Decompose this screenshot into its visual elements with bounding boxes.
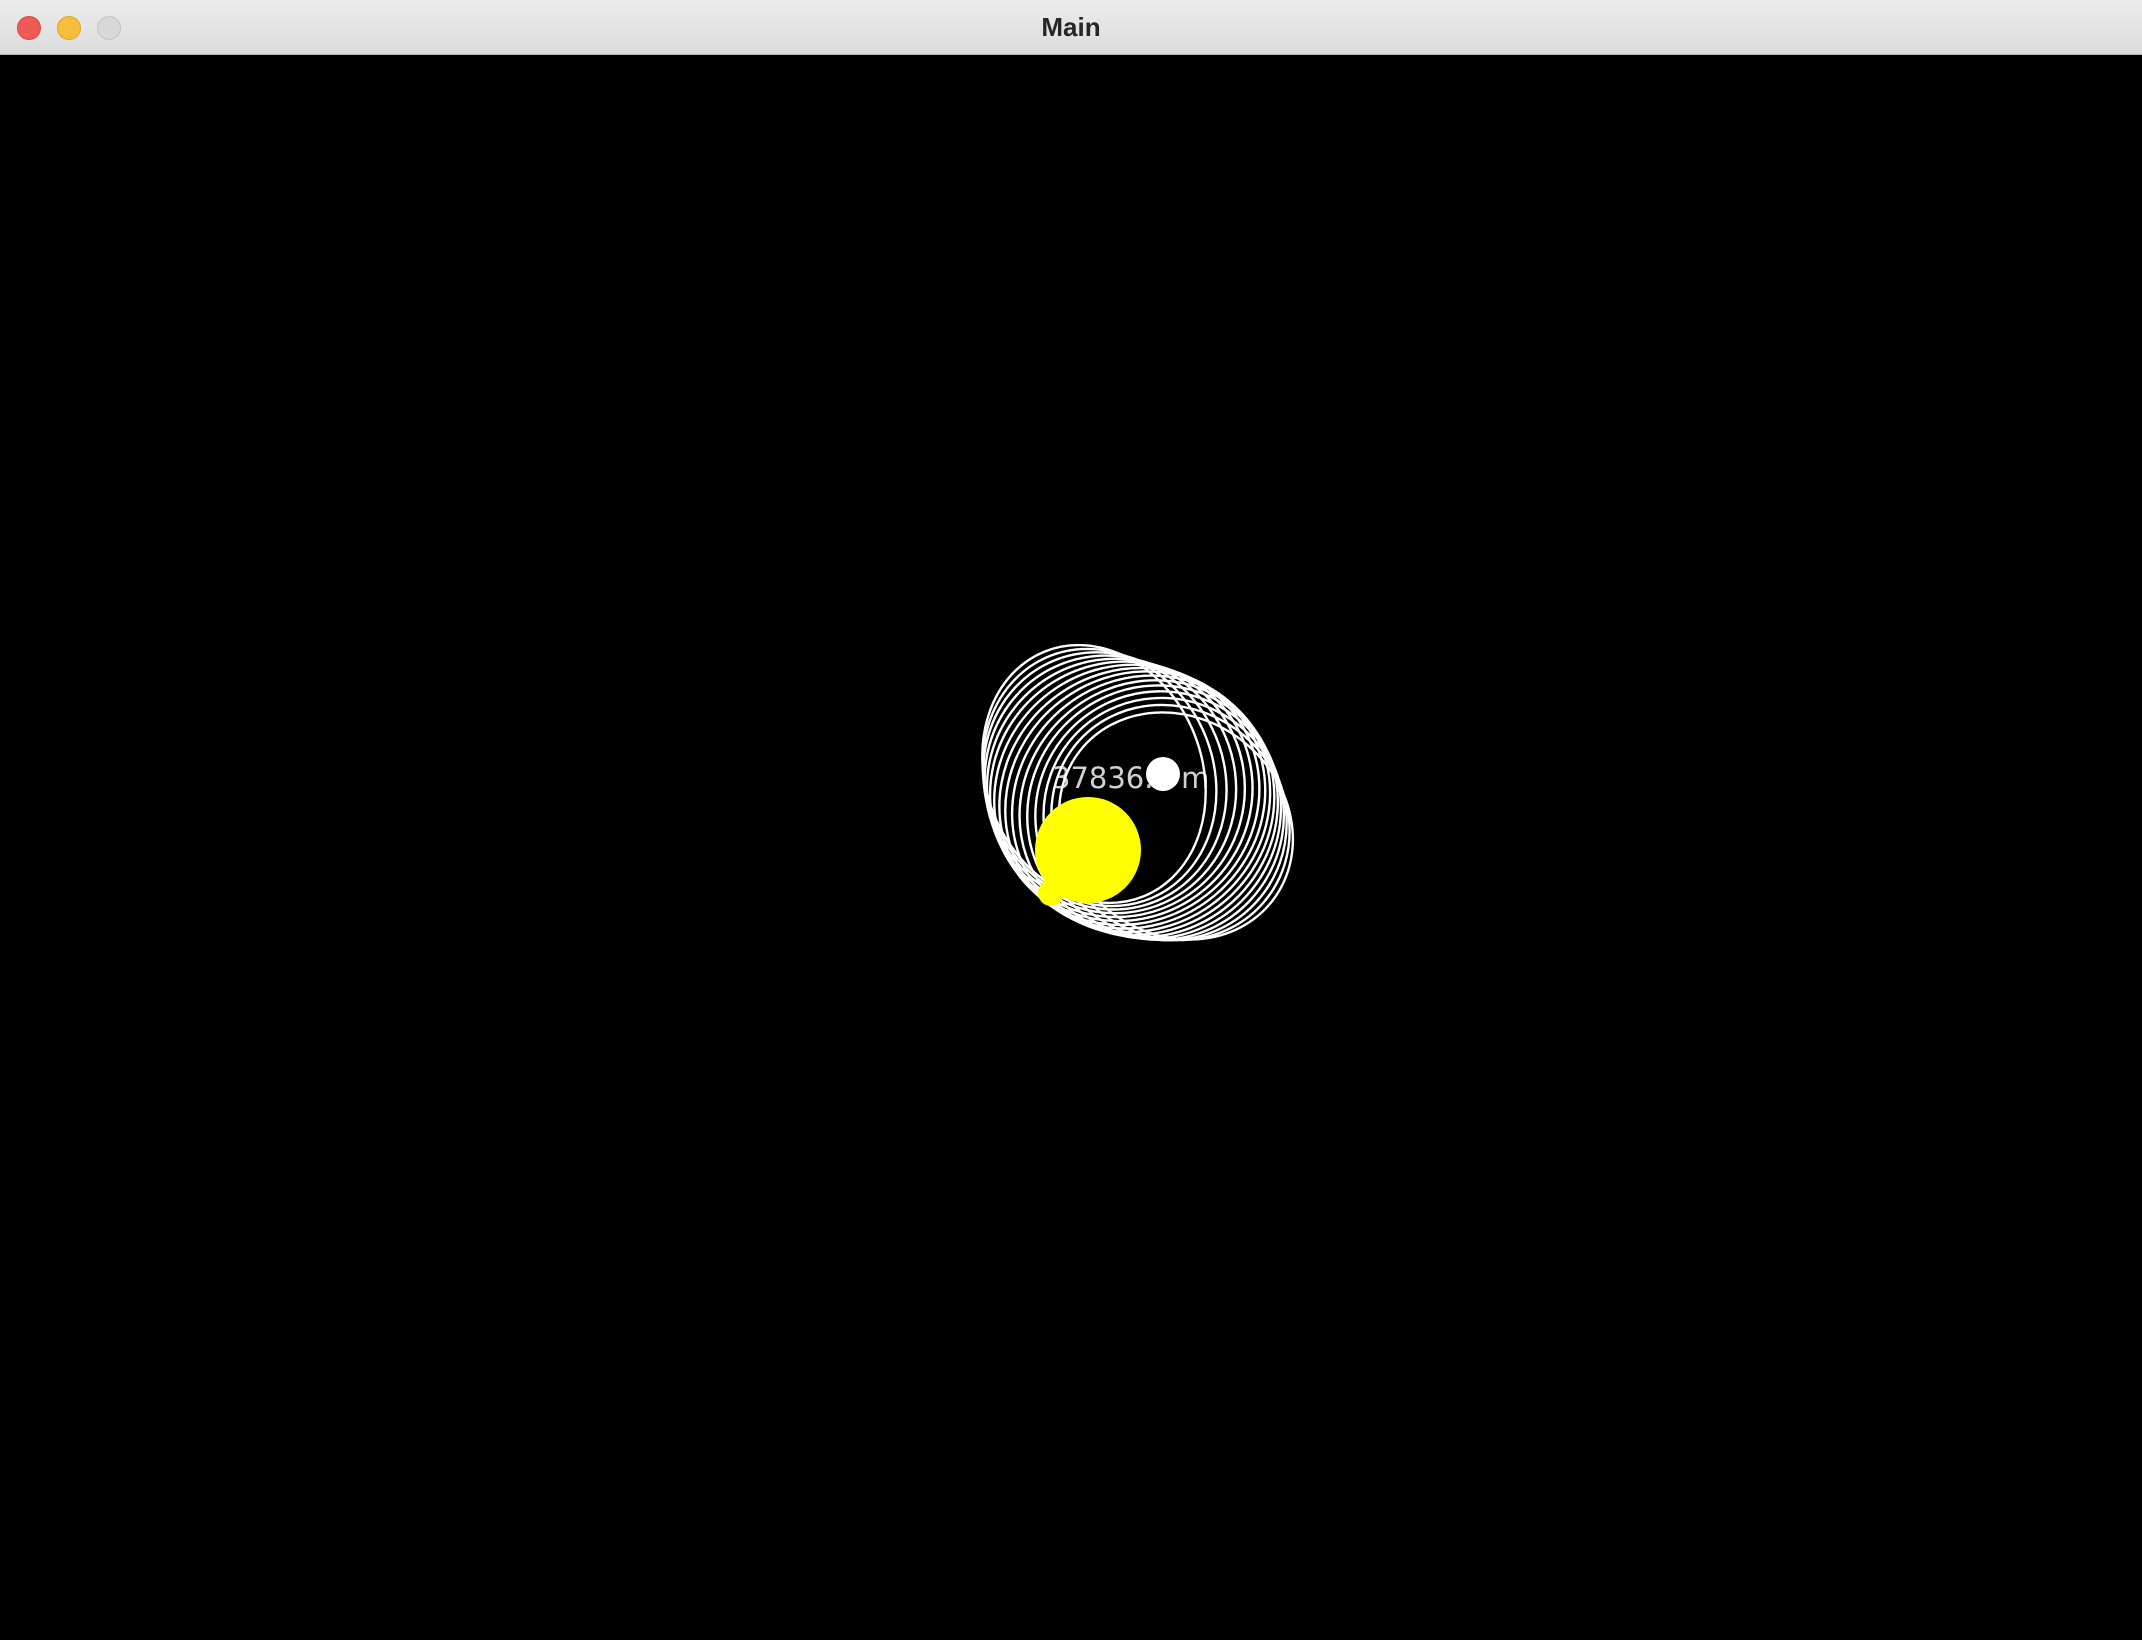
planet-body	[1146, 757, 1180, 791]
orbit-trails	[981, 643, 1295, 942]
distance-label: 37836... m	[1052, 761, 1209, 795]
app-window: Main 37836... m	[0, 0, 2142, 1640]
orbit-trail-ring	[1004, 670, 1272, 934]
orbit-trail-ring	[1010, 674, 1276, 937]
title-bar[interactable]: Main	[0, 0, 2142, 55]
window-title: Main	[1041, 12, 1101, 42]
simulation-canvas[interactable]: 37836... m	[0, 55, 2142, 1640]
orbit-scene: 37836... m	[981, 643, 1295, 942]
star-glow-sliver	[1038, 880, 1064, 906]
